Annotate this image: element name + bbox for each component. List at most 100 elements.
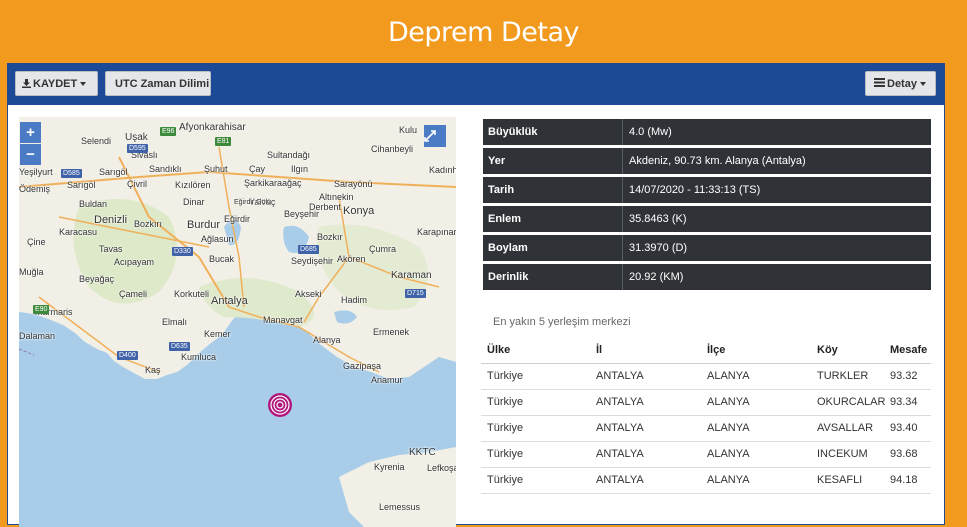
fullscreen-button[interactable]	[424, 125, 446, 147]
cell-distance: 94.18	[890, 474, 918, 486]
info-row-depth: Derinlik 20.92 (KM)	[483, 264, 931, 290]
info-value: 31.3970 (D)	[622, 235, 687, 261]
info-row-magnitude: Büyüklük 4.0 (Mw)	[483, 119, 931, 145]
map-label: Seydişehir	[291, 256, 334, 266]
map-label: Gazipaşa	[343, 361, 382, 371]
map-label: Şarkikaraağaç	[244, 178, 302, 188]
info-row-longitude: Boylam 31.3970 (D)	[483, 235, 931, 261]
map-label: Sarıgöl	[67, 180, 96, 190]
map-label: Eğirdir Gölü	[234, 199, 271, 206]
column-header: Mesafe	[890, 344, 928, 356]
column-header: Köy	[817, 344, 838, 356]
column-header: İl	[596, 344, 603, 356]
expand-icon	[424, 130, 436, 142]
map-label: Bucak	[209, 254, 235, 264]
info-label: Yer	[488, 155, 506, 167]
road-shield: E81	[215, 137, 232, 146]
road-shield: D585	[61, 169, 82, 178]
map-label: Selendi	[81, 136, 112, 146]
cell-country: Türkiye	[487, 422, 524, 434]
map-label: Buldan	[79, 199, 108, 209]
cell-distance: 93.68	[890, 448, 918, 460]
cell-distance: 93.34	[890, 396, 918, 408]
info-label: Derinlik	[488, 271, 529, 283]
map-label: Çine	[27, 237, 46, 247]
nearest-settlements-table: Ülke İl İlçe Köy Mesafe Türkiye ANTALYA …	[481, 338, 931, 494]
table-row: Türkiye ANTALYA ALANYA AVSALLAR 93.40	[481, 416, 931, 442]
cell-distance: 93.32	[890, 370, 918, 382]
map-label: Akören	[337, 254, 366, 264]
caret-down-icon	[919, 82, 926, 87]
map-label: Çivril	[127, 179, 147, 189]
map-label: Elmalı	[162, 317, 188, 327]
cell-province: ANTALYA	[596, 448, 644, 460]
map-label: Çameli	[119, 289, 148, 299]
map-label: Anamur	[371, 375, 403, 385]
map-label: Uşak	[125, 132, 148, 143]
caret-down-icon	[80, 82, 87, 87]
toolbar: KAYDET UTC Zaman Dilimi Detay	[8, 64, 944, 105]
info-value: 14/07/2020 - 11:33:13 (TS)	[622, 177, 760, 203]
map-label: Beyşehir	[284, 209, 320, 219]
map-label: Bozkır	[317, 232, 343, 242]
map-label: Cihanbeyli	[371, 144, 414, 154]
cell-village: AVSALLAR	[817, 422, 874, 434]
cell-country: Türkiye	[487, 396, 524, 408]
map-label: Korkuteli	[174, 289, 210, 299]
save-button[interactable]: KAYDET	[15, 71, 98, 96]
cell-village: KESAFLI	[817, 474, 863, 486]
map-label: Yeşilyurt	[19, 167, 53, 177]
cell-village: INCEKUM	[817, 448, 868, 460]
info-value: Akdeniz, 90.73 km. Alanya (Antalya)	[622, 148, 806, 174]
map-label: Karacasu	[59, 227, 98, 237]
table-row: Türkiye ANTALYA ALANYA TURKLER 93.32	[481, 364, 931, 390]
map-label: Kumluca	[181, 352, 217, 362]
epicenter-map[interactable]: Uşak Selendi Sivaslı Afyonkarahisar Sult…	[19, 117, 456, 527]
map-label: Akseki	[295, 289, 322, 299]
map-label: Ilgın	[291, 164, 309, 174]
map-label: KKTC	[409, 447, 436, 458]
road-shield: D400	[117, 351, 138, 360]
map-label: Ödemiş	[19, 184, 51, 194]
zoom-out-button[interactable]: −	[20, 144, 41, 165]
map-label: Kadınhanı	[429, 165, 456, 175]
cell-village: OKURCALAR	[817, 396, 886, 408]
zoom-control: + −	[20, 122, 41, 166]
table-row: Türkiye ANTALYA ALANYA KESAFLI 94.18	[481, 468, 931, 494]
table-row: Türkiye ANTALYA ALANYA INCEKUM 93.68	[481, 442, 931, 468]
page-header: Deprem Detay	[0, 0, 967, 62]
map-label: Bozkırı	[134, 219, 163, 229]
map-label: Eğirdir	[224, 214, 251, 224]
nearest-settlements-title: En yakın 5 yerleşim merkezi	[493, 316, 631, 328]
map-label: Alanya	[313, 335, 341, 345]
map-label: Konya	[343, 205, 375, 217]
road-shield: D715	[405, 289, 426, 298]
map-label: Sultandağı	[267, 150, 311, 160]
detail-dropdown-button[interactable]: Detay	[865, 71, 936, 96]
map-label: Dinar	[183, 197, 205, 207]
page-title: Deprem Detay	[387, 17, 580, 48]
save-label: KAYDET	[33, 78, 78, 90]
cell-district: ALANYA	[707, 474, 750, 486]
cell-country: Türkiye	[487, 370, 524, 382]
table-header: Ülke İl İlçe Köy Mesafe	[481, 338, 931, 364]
map-label: Antalya	[211, 295, 248, 307]
zoom-in-button[interactable]: +	[20, 122, 41, 143]
map-label: Burdur	[187, 219, 221, 231]
cell-district: ALANYA	[707, 370, 750, 382]
map-label: Ermenek	[373, 327, 410, 337]
table-row: Türkiye ANTALYA ALANYA OKURCALAR 93.34	[481, 390, 931, 416]
cell-province: ANTALYA	[596, 370, 644, 382]
list-icon	[874, 72, 885, 87]
map-label: Karapınar	[417, 227, 456, 237]
map-label: Manavgat	[263, 315, 303, 325]
info-row-date: Tarih 14/07/2020 - 11:33:13 (TS)	[483, 177, 931, 203]
cell-province: ANTALYA	[596, 396, 644, 408]
detail-panel: KAYDET UTC Zaman Dilimi Detay Uşak Selen…	[7, 63, 945, 527]
info-label: Enlem	[488, 213, 522, 225]
road-shield: D635	[169, 342, 190, 351]
utc-timezone-button[interactable]: UTC Zaman Dilimi	[105, 71, 211, 96]
info-value: 35.8463 (K)	[622, 206, 686, 232]
map-label: Tavas	[99, 244, 123, 254]
epicenter-marker[interactable]	[268, 393, 292, 417]
